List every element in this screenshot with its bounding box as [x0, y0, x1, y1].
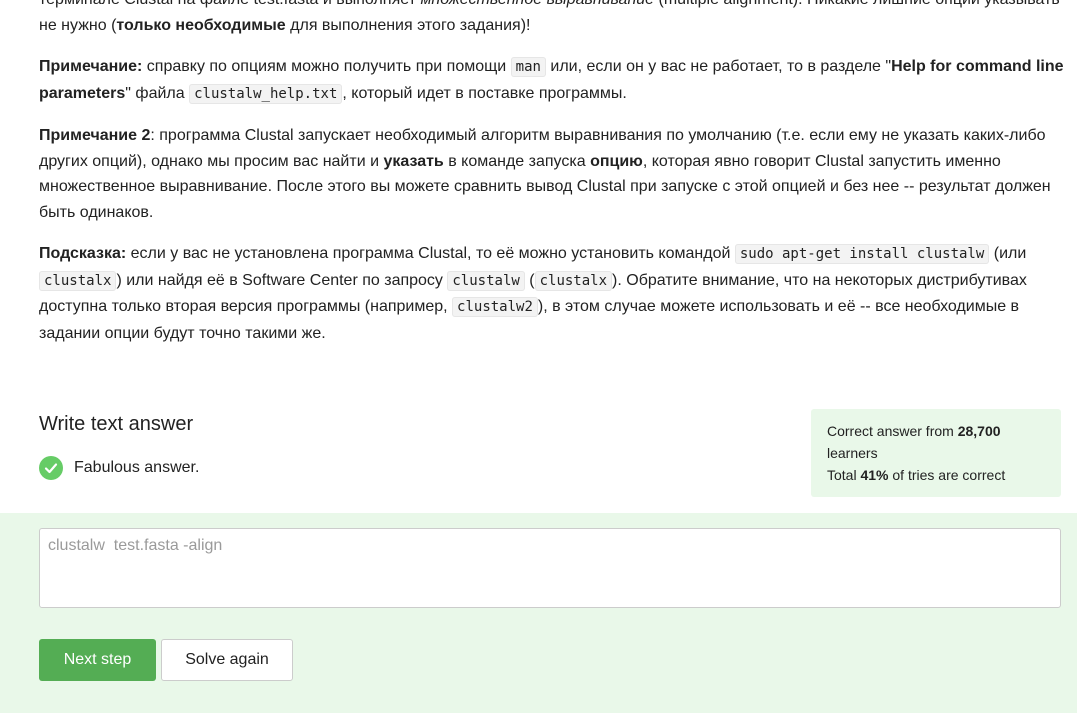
answer-status: Fabulous answer.: [39, 456, 199, 480]
answer-textarea[interactable]: clustalw test.fasta -align: [39, 528, 1061, 608]
learners-count: 28,700: [957, 423, 1001, 439]
note-paragraph: Примечание: справку по опциям можно полу…: [39, 54, 1064, 107]
note2-paragraph: Примечание 2: программа Clustal запускае…: [39, 123, 1064, 225]
inline-code: sudo apt-get install clustalw: [734, 244, 990, 264]
hint-paragraph: Подсказка: если у вас не установлена про…: [39, 241, 1064, 346]
text-fragment: или, если он у вас не работает, то в раз…: [545, 58, 892, 75]
text-italic: множественное выравнивание: [420, 0, 654, 8]
text-fragment: (: [524, 271, 535, 289]
stat-text: Correct answer from: [827, 423, 958, 439]
text-fragment: (или: [989, 245, 1027, 262]
status-text: Fabulous answer.: [74, 459, 200, 476]
correct-percent: 41%: [860, 467, 889, 483]
inline-code: clustalw_help.txt: [189, 83, 343, 104]
step-page: терминале Clustal на файле test.fasta и …: [0, 0, 1077, 713]
task-paragraph: терминале Clustal на файле test.fasta и …: [39, 0, 1064, 38]
inline-code: clustalx: [39, 270, 117, 291]
text-fragment: в команде запуска: [443, 152, 591, 170]
note-label: Примечание:: [39, 58, 143, 75]
text-fragment: , который идет в поставке программы.: [342, 84, 627, 102]
check-circle-icon: [39, 456, 63, 480]
next-step-button[interactable]: Next step: [39, 639, 156, 681]
stat-text: of tries are correct: [888, 467, 1006, 483]
text-fragment: ) или найдя её в Software Center по запр…: [116, 271, 448, 289]
answer-section-title: Write text answer: [39, 413, 194, 435]
text-fragment: " файла: [125, 84, 190, 102]
text-fragment: терминале Clustal на файле test.fasta и …: [39, 0, 420, 8]
learners-stat: Correct answer from 28,700 learners: [827, 420, 1045, 464]
inline-code: clustalx: [534, 270, 613, 291]
stat-text: Total: [827, 467, 861, 483]
text-fragment: справку по опциям можно получить при пом…: [142, 58, 511, 75]
inline-code: clustalw2: [452, 297, 538, 317]
text-fragment: для выполнения этого задания)!: [285, 16, 531, 34]
step-text: терминале Clustal на файле test.fasta и …: [39, 0, 1064, 362]
note-label: Примечание 2: [39, 127, 151, 144]
hint-label: Подсказка:: [39, 245, 127, 262]
solve-again-button[interactable]: Solve again: [161, 639, 293, 681]
text-bold: опцию: [590, 152, 643, 170]
inline-code: clustalw: [447, 270, 525, 291]
text-bold: только необходимые: [116, 16, 286, 34]
tries-stat: Total 41% of tries are correct: [827, 464, 1045, 486]
inline-code: man: [510, 57, 546, 77]
text-bold: указать: [383, 152, 444, 170]
stat-text: learners: [827, 445, 878, 461]
stats-panel: Correct answer from 28,700 learners Tota…: [811, 409, 1061, 497]
text-fragment: если у вас не установлена программа Clus…: [126, 245, 735, 262]
